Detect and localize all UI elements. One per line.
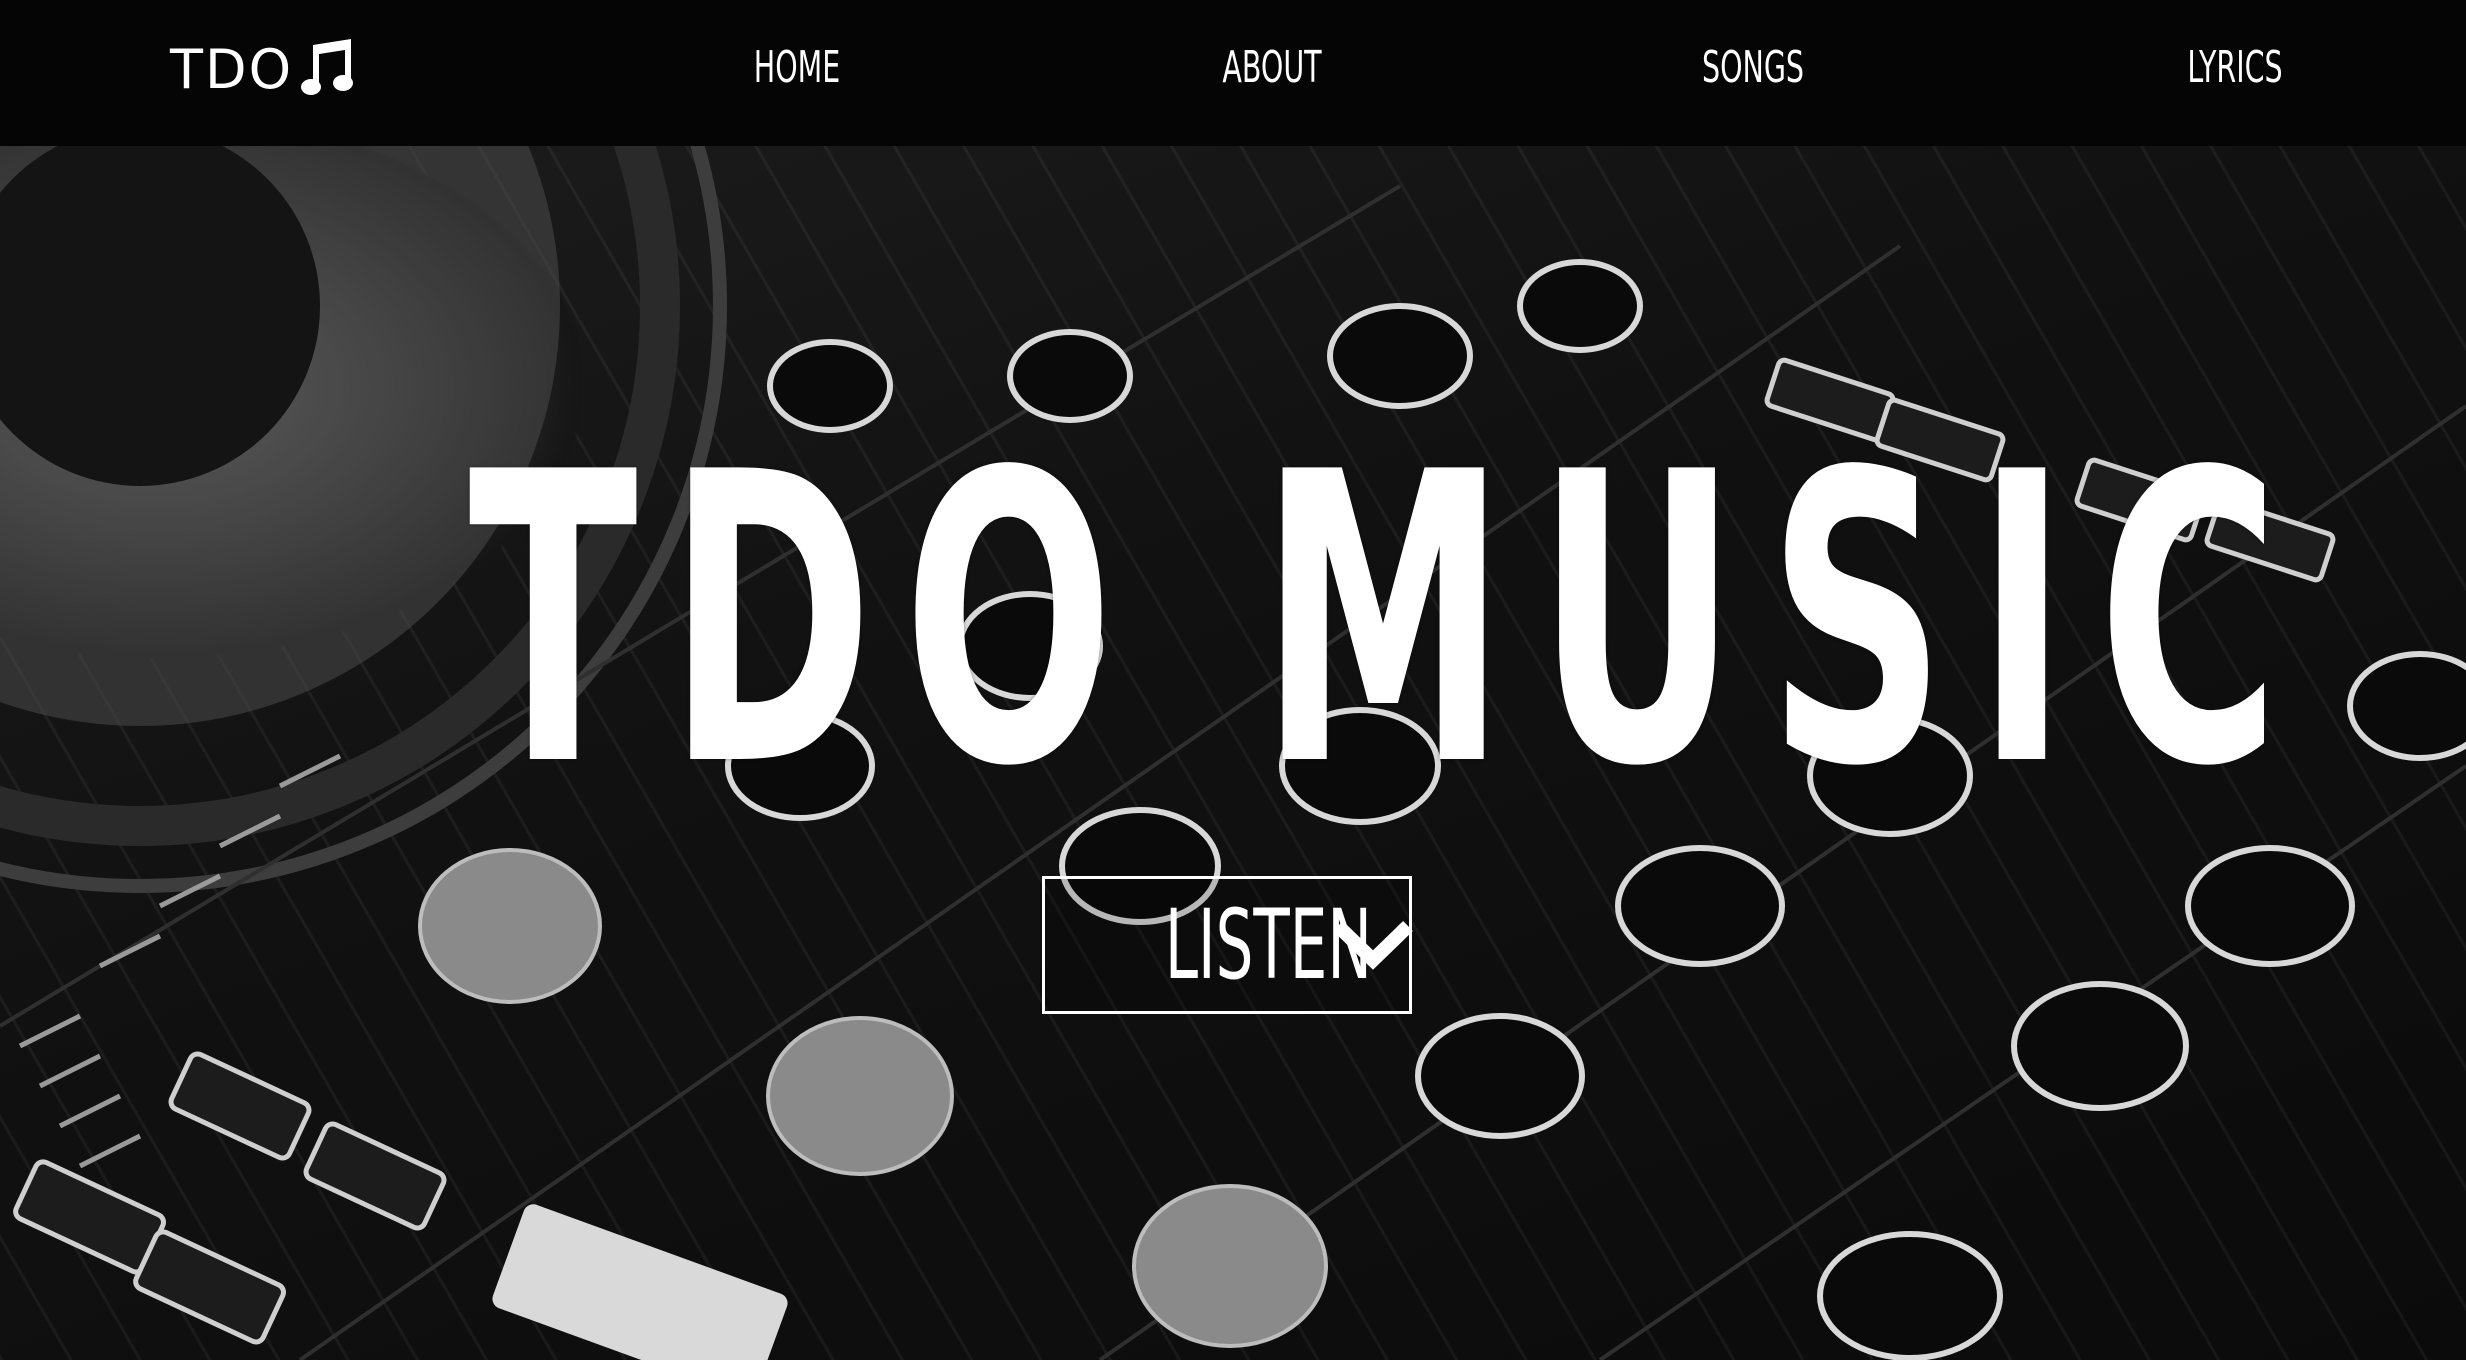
hero-title: TDO MUSIC — [468, 389, 2310, 854]
top-navbar: TDO HOME ABOUT SONGS LYRICS — [0, 0, 2466, 146]
music-note-icon — [301, 39, 357, 101]
listen-button-label: LISTEN — [1164, 889, 1372, 1001]
nav-about-link[interactable]: ABOUT — [1186, 40, 1359, 96]
nav-songs-link[interactable]: SONGS — [1667, 40, 1840, 96]
hero-section: TDO MUSIC LISTEN — [0, 146, 2466, 1360]
nav-lyrics-link[interactable]: LYRICS — [2149, 40, 2322, 96]
brand-logo-link[interactable]: TDO — [170, 30, 357, 110]
nav-home-link[interactable]: HOME — [711, 40, 884, 96]
listen-button[interactable]: LISTEN — [1042, 876, 1413, 1014]
brand-text: TDO — [170, 38, 294, 101]
